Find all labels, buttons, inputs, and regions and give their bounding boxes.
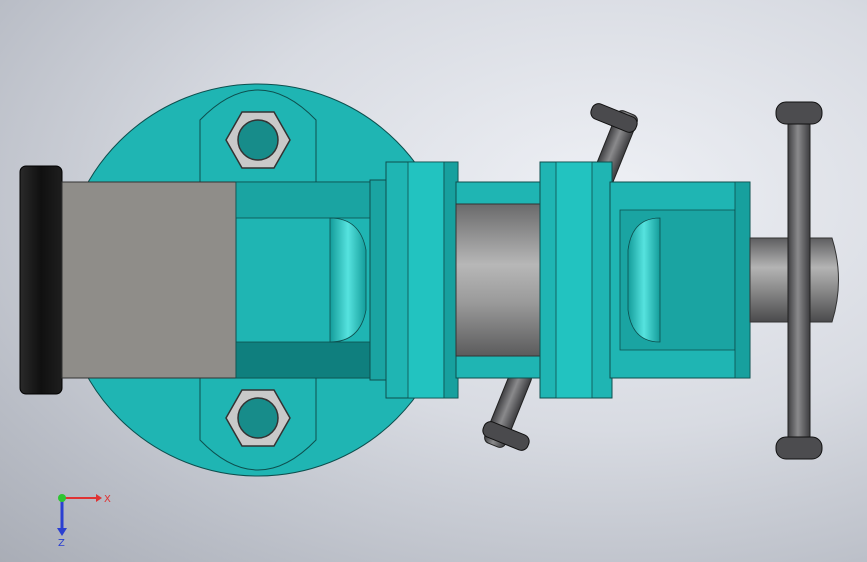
x-axis-label: X [104,494,111,505]
z-axis-label: Z [58,538,65,549]
orientation-triad: X Z [44,480,114,550]
x-axis-arrowhead-icon [96,494,102,502]
moving-jaw-flange[interactable] [539,161,613,399]
moving-jaw-body[interactable] [609,181,751,379]
clamp-handle-lower[interactable] [481,367,533,453]
fixed-jaw-pad[interactable] [19,165,63,395]
vise-model-view[interactable] [0,0,867,562]
t-handle-knob-top-icon[interactable] [775,101,823,125]
vise-body[interactable] [235,179,411,381]
guide-rail[interactable] [455,181,543,379]
graphics-viewport[interactable]: X Z [0,0,867,562]
t-handle-bar[interactable] [787,115,811,447]
t-handle-knob-bottom-icon[interactable] [775,436,823,460]
z-axis-arrowhead-icon [57,528,67,536]
front-flange[interactable] [385,161,459,399]
jaw-plate[interactable] [61,181,239,379]
origin-marker-icon [58,494,66,502]
